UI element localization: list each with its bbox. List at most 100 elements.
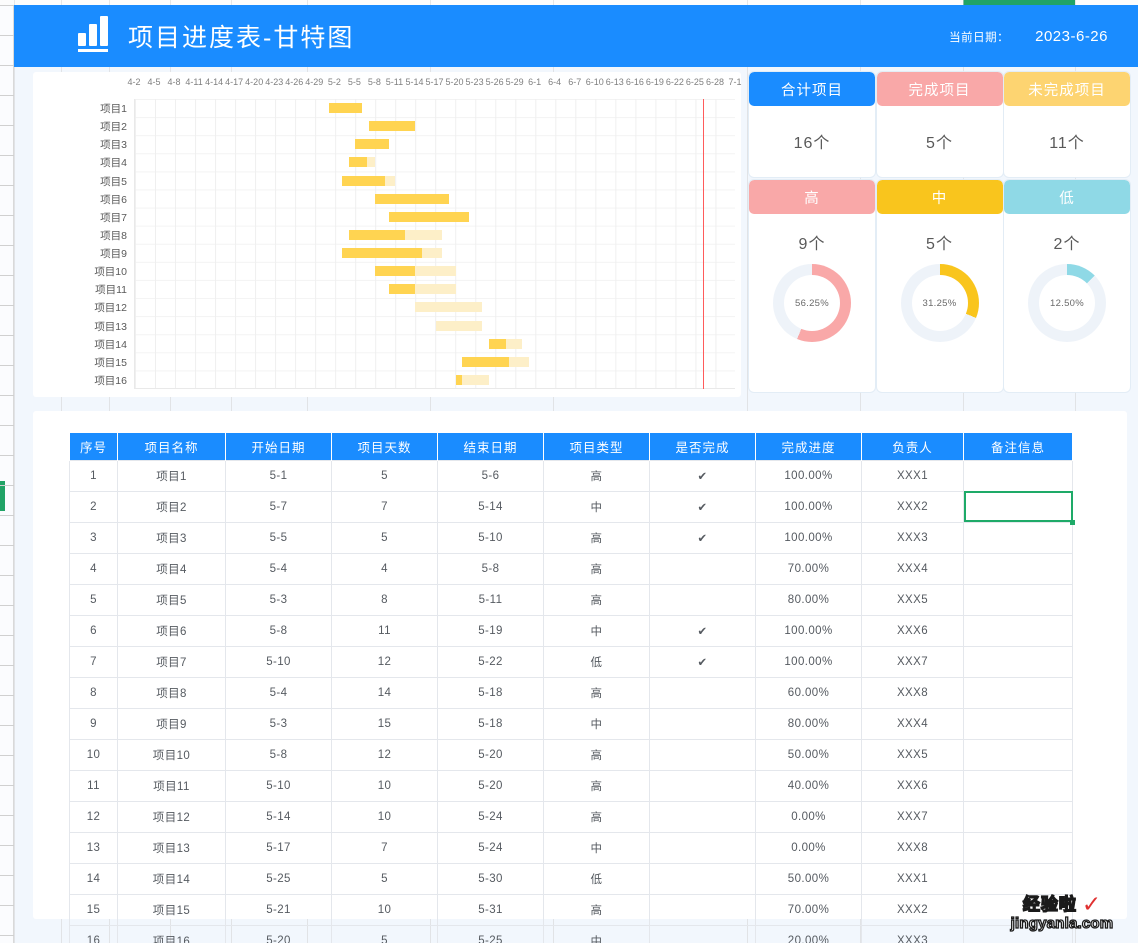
- table-cell-no[interactable]: 5: [69, 583, 118, 616]
- table-cell-progress[interactable]: 40.00%: [755, 769, 862, 802]
- table-cell-start[interactable]: 5-8: [225, 738, 332, 771]
- table-cell-progress[interactable]: 100.00%: [755, 490, 862, 523]
- table-cell-progress[interactable]: 0.00%: [755, 800, 862, 833]
- table-cell-remark[interactable]: [963, 521, 1073, 554]
- table-cell-remark[interactable]: [963, 490, 1075, 525]
- table-cell-start[interactable]: 5-17: [225, 831, 332, 864]
- table-cell-owner[interactable]: XXX8: [861, 831, 964, 864]
- table-cell-name[interactable]: 项目16: [117, 924, 226, 943]
- table-cell-name[interactable]: 项目3: [117, 521, 226, 554]
- table-cell-start[interactable]: 5-1: [225, 459, 332, 492]
- table-cell-no[interactable]: 7: [69, 645, 118, 678]
- table-cell-end[interactable]: 5-24: [437, 800, 544, 833]
- table-cell-no[interactable]: 3: [69, 521, 118, 554]
- table-cell-done[interactable]: ✔: [649, 645, 756, 678]
- table-cell-days[interactable]: 5: [331, 862, 438, 895]
- table-cell-done[interactable]: [649, 831, 756, 864]
- kpi-card-total-1[interactable]: 合计项目 16个: [749, 72, 875, 177]
- table-cell-end[interactable]: 5-19: [437, 614, 544, 647]
- table-cell-owner[interactable]: XXX6: [861, 769, 964, 802]
- table-cell-name[interactable]: 项目14: [117, 862, 226, 895]
- table-cell-days[interactable]: 11: [331, 614, 438, 647]
- table-cell-owner[interactable]: XXX1: [861, 459, 964, 492]
- table-cell-progress[interactable]: 60.00%: [755, 676, 862, 709]
- table-cell-type[interactable]: 中: [543, 924, 650, 943]
- table-header-cell[interactable]: 是否完成: [649, 433, 756, 460]
- table-cell-no[interactable]: 16: [69, 924, 118, 943]
- table-cell-type[interactable]: 中: [543, 490, 650, 523]
- table-cell-end[interactable]: 5-18: [437, 676, 544, 709]
- table-cell-days[interactable]: 5: [331, 459, 438, 492]
- table-cell-type[interactable]: 低: [543, 645, 650, 678]
- table-cell-no[interactable]: 9: [69, 707, 118, 740]
- table-cell-days[interactable]: 12: [331, 738, 438, 771]
- table-cell-no[interactable]: 15: [69, 893, 118, 926]
- table-cell-owner[interactable]: XXX3: [861, 521, 964, 554]
- table-cell-days[interactable]: 8: [331, 583, 438, 616]
- table-cell-days[interactable]: 10: [331, 800, 438, 833]
- table-cell-name[interactable]: 项目11: [117, 769, 226, 802]
- table-cell-type[interactable]: 低: [543, 862, 650, 895]
- table-cell-remark[interactable]: [963, 831, 1073, 864]
- table-cell-start[interactable]: 5-25: [225, 862, 332, 895]
- table-cell-name[interactable]: 项目6: [117, 614, 226, 647]
- table-cell-type[interactable]: 高: [543, 676, 650, 709]
- table-cell-type[interactable]: 中: [543, 614, 650, 647]
- table-cell-start[interactable]: 5-5: [225, 521, 332, 554]
- table-cell-no[interactable]: 11: [69, 769, 118, 802]
- table-cell-days[interactable]: 10: [331, 893, 438, 926]
- table-cell-days[interactable]: 7: [331, 490, 438, 523]
- table-cell-remark[interactable]: [963, 583, 1073, 616]
- table-cell-progress[interactable]: 50.00%: [755, 738, 862, 771]
- table-cell-start[interactable]: 5-10: [225, 769, 332, 802]
- table-cell-progress[interactable]: 100.00%: [755, 645, 862, 678]
- table-cell-owner[interactable]: XXX4: [861, 707, 964, 740]
- table-header-cell[interactable]: 备注信息: [963, 433, 1073, 460]
- table-cell-days[interactable]: 15: [331, 707, 438, 740]
- table-cell-no[interactable]: 1: [69, 459, 118, 492]
- table-cell-start[interactable]: 5-3: [225, 707, 332, 740]
- table-cell-days[interactable]: 5: [331, 521, 438, 554]
- table-cell-end[interactable]: 5-6: [437, 459, 544, 492]
- table-cell-end[interactable]: 5-20: [437, 738, 544, 771]
- table-cell-progress[interactable]: 70.00%: [755, 893, 862, 926]
- table-cell-remark[interactable]: [963, 924, 1073, 943]
- table-header-cell[interactable]: 结束日期: [437, 433, 544, 460]
- table-cell-owner[interactable]: XXX2: [861, 893, 964, 926]
- table-header-cell[interactable]: 项目天数: [331, 433, 438, 460]
- table-cell-name[interactable]: 项目5: [117, 583, 226, 616]
- table-cell-progress[interactable]: 100.00%: [755, 521, 862, 554]
- table-cell-remark[interactable]: [963, 676, 1073, 709]
- table-cell-start[interactable]: 5-7: [225, 490, 332, 523]
- table-cell-days[interactable]: 7: [331, 831, 438, 864]
- table-cell-progress[interactable]: 100.00%: [755, 614, 862, 647]
- table-cell-name[interactable]: 项目12: [117, 800, 226, 833]
- table-cell-type[interactable]: 高: [543, 459, 650, 492]
- table-cell-done[interactable]: [649, 676, 756, 709]
- table-header-cell[interactable]: 项目类型: [543, 433, 650, 460]
- table-cell-end[interactable]: 5-31: [437, 893, 544, 926]
- kpi-card-total-2[interactable]: 完成项目 5个: [876, 72, 1003, 177]
- table-cell-end[interactable]: 5-10: [437, 521, 544, 554]
- table-cell-owner[interactable]: XXX4: [861, 552, 964, 585]
- table-cell-type[interactable]: 高: [543, 769, 650, 802]
- table-cell-no[interactable]: 2: [69, 490, 118, 523]
- table-cell-name[interactable]: 项目8: [117, 676, 226, 709]
- table-cell-end[interactable]: 5-20: [437, 769, 544, 802]
- table-cell-end[interactable]: 5-8: [437, 552, 544, 585]
- table-cell-remark[interactable]: [963, 769, 1073, 802]
- table-cell-owner[interactable]: XXX1: [861, 862, 964, 895]
- table-cell-name[interactable]: 项目7: [117, 645, 226, 678]
- table-cell-done[interactable]: ✔: [649, 614, 756, 647]
- table-cell-no[interactable]: 4: [69, 552, 118, 585]
- table-cell-end[interactable]: 5-11: [437, 583, 544, 616]
- table-cell-type[interactable]: 高: [543, 893, 650, 926]
- table-cell-start[interactable]: 5-10: [225, 645, 332, 678]
- table-cell-type[interactable]: 高: [543, 552, 650, 585]
- table-cell-remark[interactable]: [963, 552, 1073, 585]
- table-cell-done[interactable]: [649, 893, 756, 926]
- table-cell-owner[interactable]: XXX6: [861, 614, 964, 647]
- table-cell-days[interactable]: 5: [331, 924, 438, 943]
- table-cell-name[interactable]: 项目4: [117, 552, 226, 585]
- table-header-cell[interactable]: 开始日期: [225, 433, 332, 460]
